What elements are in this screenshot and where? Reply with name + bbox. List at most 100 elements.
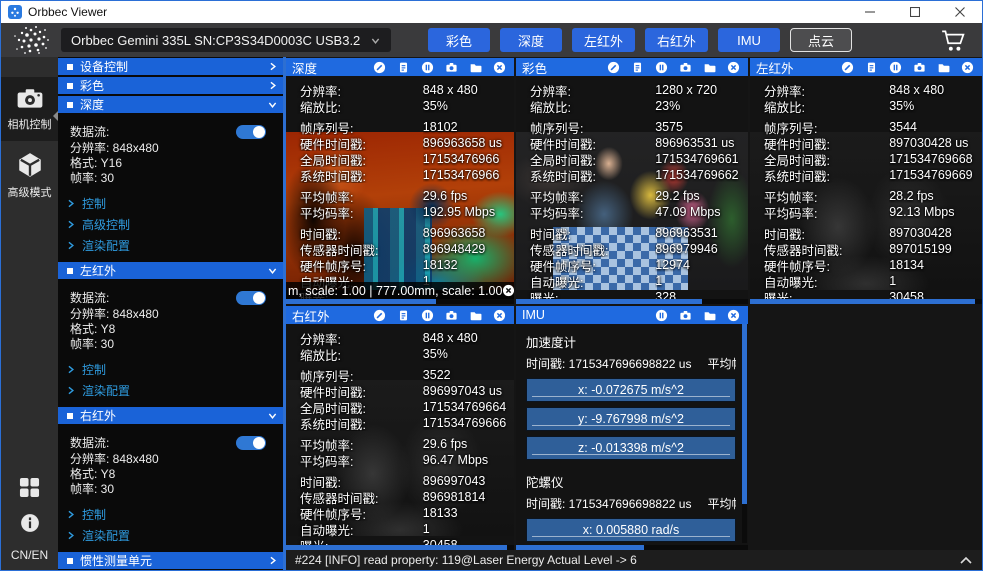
section-imu[interactable]: 惯性测量单元 xyxy=(58,552,286,569)
stream-button-depth[interactable]: 深度 xyxy=(500,28,562,52)
snapshot-icon[interactable] xyxy=(445,61,458,74)
horizontal-scrollbar[interactable] xyxy=(516,299,748,304)
stream-toggle[interactable] xyxy=(236,291,266,305)
section-left-ir[interactable]: 左红外 xyxy=(58,262,286,279)
maximize-button[interactable] xyxy=(892,1,937,23)
save-folder-icon[interactable] xyxy=(703,309,716,322)
stat-row: 硬件帧序号: 18133 xyxy=(286,505,514,521)
stat-label: 平均码率: xyxy=(516,204,655,220)
link-label: 渲染配置 xyxy=(82,382,130,399)
device-selector[interactable]: Orbbec Gemini 335L SN:CP3S34D0003C USB3.… xyxy=(61,28,391,52)
gyroscope-timestamp-row: 时间戳: 1715347696698822 us 平均帧率 xyxy=(526,495,736,512)
section-device-control[interactable]: 设备控制 xyxy=(58,58,286,75)
panel-imu-header[interactable]: IMU xyxy=(516,306,748,324)
panel-title: IMU xyxy=(522,308,655,322)
panel-left-ir-header[interactable]: 左红外 xyxy=(750,58,982,76)
cart-icon[interactable] xyxy=(940,28,966,52)
stat-label: 硬件帧序号: xyxy=(750,257,889,273)
save-folder-icon[interactable] xyxy=(469,61,482,74)
save-folder-icon[interactable] xyxy=(469,309,482,322)
stream-toggle[interactable] xyxy=(236,125,266,139)
stat-label: 系统时间戳: xyxy=(516,167,655,183)
info-icon[interactable] xyxy=(20,513,40,533)
stat-row: 时间戳: 896963658 xyxy=(286,225,514,241)
pause-icon[interactable] xyxy=(889,61,902,74)
panel-depth-header[interactable]: 深度 xyxy=(286,58,514,76)
link-advanced-control[interactable]: 高级控制 xyxy=(65,214,286,235)
edit-icon[interactable] xyxy=(373,309,386,322)
close-panel-icon[interactable] xyxy=(727,61,740,74)
chevron-down-icon xyxy=(370,35,381,46)
stat-value: 29.2 fps xyxy=(655,189,748,203)
pause-icon[interactable] xyxy=(655,61,668,74)
stat-value: 897015199 xyxy=(889,242,982,256)
link-label: 控制 xyxy=(82,506,106,523)
stat-row: 缩放比: 35% xyxy=(286,98,514,114)
horizontal-scrollbar[interactable] xyxy=(286,299,514,304)
link-control[interactable]: 控制 xyxy=(65,504,286,525)
gyroscope-title: 陀螺仪 xyxy=(526,472,736,491)
stream-toggle[interactable] xyxy=(236,436,266,450)
panel-title: 深度 xyxy=(292,58,373,77)
snapshot-icon[interactable] xyxy=(445,309,458,322)
panel-left-ir-body: 分辨率: 848 x 480 缩放比: 35% 帧序列号: xyxy=(750,76,982,304)
panel-depth-body: 分辨率: 848 x 480 缩放比: 35% 帧序列号: xyxy=(286,76,514,304)
link-render-config[interactable]: 渲染配置 xyxy=(65,380,286,401)
edit-icon[interactable] xyxy=(373,61,386,74)
status-bar: #224 [INFO] read property: 119@Laser Ene… xyxy=(286,550,982,570)
close-panel-icon[interactable] xyxy=(961,61,974,74)
info-list-icon[interactable] xyxy=(397,309,410,322)
stream-toggle-label: 数据流: xyxy=(70,289,109,306)
sidebar-item-camera-control[interactable]: 相机控制 xyxy=(1,77,58,141)
cube-icon xyxy=(16,151,44,179)
snapshot-icon[interactable] xyxy=(679,61,692,74)
bullet xyxy=(67,558,73,564)
stat-row: 传感器时间戳: 896948429 xyxy=(286,241,514,257)
panel-color-header[interactable]: 彩色 xyxy=(516,58,748,76)
link-render-config[interactable]: 渲染配置 xyxy=(65,525,286,546)
section-right-ir[interactable]: 右红外 xyxy=(58,407,286,424)
stream-button-left-ir[interactable]: 左红外 xyxy=(572,28,635,52)
stream-button-right-ir[interactable]: 右红外 xyxy=(645,28,708,52)
sidebar-item-advanced-mode[interactable]: 高级模式 xyxy=(1,141,58,209)
info-list-icon[interactable] xyxy=(865,61,878,74)
horizontal-scrollbar[interactable] xyxy=(750,299,982,304)
expand-log-chevron-icon[interactable] xyxy=(959,556,973,565)
edit-icon[interactable] xyxy=(607,61,620,74)
minimize-button[interactable] xyxy=(847,1,892,23)
pause-icon[interactable] xyxy=(421,309,434,322)
stream-button-point-cloud[interactable]: 点云 xyxy=(790,28,852,52)
stat-value: 896948429 xyxy=(423,242,514,256)
save-folder-icon[interactable] xyxy=(937,61,950,74)
section-depth[interactable]: 深度 xyxy=(58,96,286,113)
stat-value: 848 x 480 xyxy=(889,83,982,97)
vertical-scrollbar[interactable] xyxy=(742,324,747,543)
link-control[interactable]: 控制 xyxy=(65,193,286,214)
stream-button-imu[interactable]: IMU xyxy=(718,28,780,52)
snapshot-icon[interactable] xyxy=(679,309,692,322)
stat-label: 缩放比: xyxy=(286,346,423,362)
close-button[interactable] xyxy=(937,1,982,23)
overlay-close-icon[interactable] xyxy=(502,284,514,297)
language-toggle[interactable]: CN/EN xyxy=(11,548,48,562)
info-list-icon[interactable] xyxy=(397,61,410,74)
panel-right-ir-header[interactable]: 右红外 xyxy=(286,306,514,324)
color-stats: 分辨率: 1280 x 720 缩放比: 23% 帧序列号: xyxy=(516,76,748,304)
edit-icon[interactable] xyxy=(841,61,854,74)
link-control[interactable]: 控制 xyxy=(65,359,286,380)
info-list-icon[interactable] xyxy=(631,61,644,74)
close-panel-icon[interactable] xyxy=(493,61,506,74)
stream-button-color[interactable]: 彩色 xyxy=(428,28,490,52)
stat-label: 分辨率: xyxy=(750,82,889,98)
pause-icon[interactable] xyxy=(655,309,668,322)
panel-right-ir-body: 分辨率: 848 x 480 缩放比: 35% 帧序列号: xyxy=(286,324,514,550)
close-panel-icon[interactable] xyxy=(727,309,740,322)
section-color[interactable]: 彩色 xyxy=(58,77,286,94)
close-panel-icon[interactable] xyxy=(493,309,506,322)
stat-value: 3522 xyxy=(423,368,514,382)
snapshot-icon[interactable] xyxy=(913,61,926,74)
pause-icon[interactable] xyxy=(421,61,434,74)
link-render-config[interactable]: 渲染配置 xyxy=(65,235,286,256)
apps-grid-icon[interactable] xyxy=(19,477,40,498)
save-folder-icon[interactable] xyxy=(703,61,716,74)
